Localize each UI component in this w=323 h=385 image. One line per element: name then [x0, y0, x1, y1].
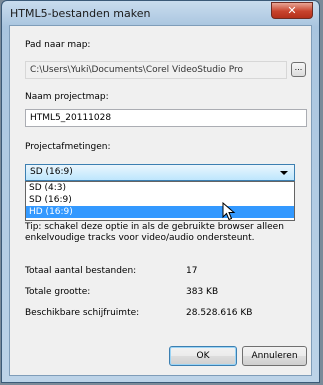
free-space-value: 28.528.616 KB	[186, 308, 253, 318]
total-size-label: Totale grootte:	[25, 287, 91, 297]
chevron-down-icon[interactable]	[280, 171, 288, 175]
cancel-button[interactable]: Annuleren	[242, 346, 307, 366]
project-dimensions-select[interactable]: SD (16:9)	[25, 164, 295, 181]
project-folder-label: Naam projectmap:	[25, 92, 109, 102]
dimensions-dropdown-list: SD (4:3) SD (16:9) HD (16:9)	[25, 181, 295, 221]
option-sd-4-3[interactable]: SD (4:3)	[26, 182, 294, 194]
path-field[interactable]: C:\Users\Yuki\Documents\Corel VideoStudi…	[25, 61, 287, 79]
title-bar[interactable]: HTML5-bestanden maken ✕	[2, 1, 319, 25]
tip-text: Tip: schakel deze optie in als de gebrui…	[25, 222, 284, 243]
browse-button[interactable]: ...	[291, 62, 306, 77]
total-files-label: Totaal aantal bestanden:	[25, 266, 137, 276]
option-sd-16-9[interactable]: SD (16:9)	[26, 194, 294, 206]
close-icon: ✕	[287, 4, 297, 17]
option-hd-16-9[interactable]: HD (16:9)	[26, 206, 294, 218]
project-dimensions-label: Projectafmetingen:	[25, 142, 111, 152]
total-files-value: 17	[186, 266, 198, 276]
total-size-value: 383 KB	[186, 287, 219, 297]
ok-button[interactable]: OK	[169, 346, 237, 366]
window-title: HTML5-bestanden maken	[10, 7, 151, 20]
close-button[interactable]: ✕	[271, 2, 313, 19]
dialog-window: HTML5-bestanden maken ✕ Pad naar map: C:…	[1, 0, 320, 383]
project-folder-input[interactable]: HTML5_20111028	[25, 109, 307, 127]
free-space-label: Beschikbare schijfruimte:	[25, 308, 140, 318]
path-label: Pad naar map:	[25, 40, 91, 50]
mouse-pointer-icon	[222, 202, 236, 221]
dialog-content: Pad naar map: C:\Users\Yuki\Documents\Co…	[9, 25, 312, 376]
select-value: SD (16:9)	[30, 167, 73, 177]
